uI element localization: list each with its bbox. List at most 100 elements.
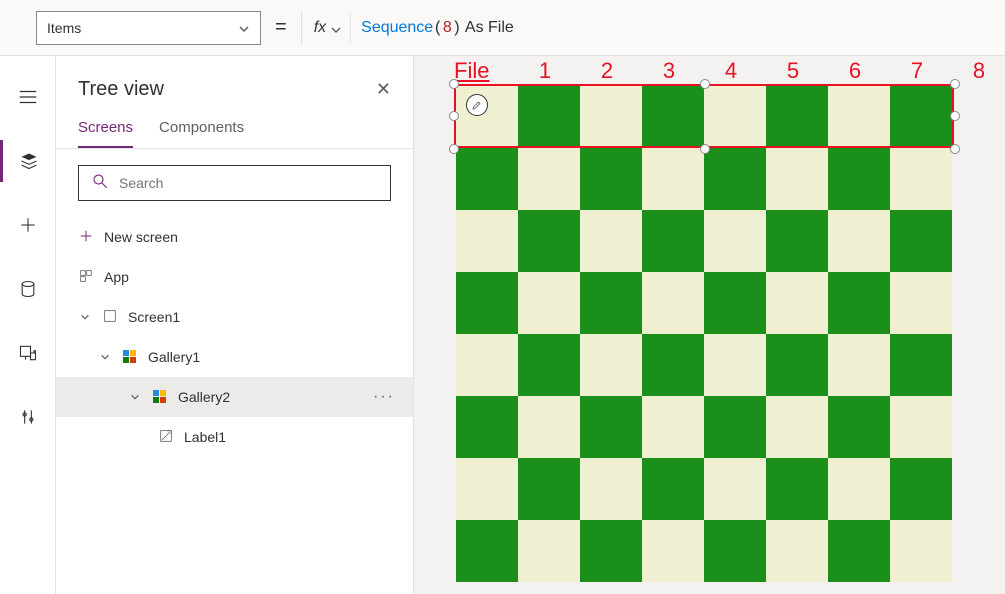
hamburger-icon[interactable] bbox=[0, 76, 56, 118]
tree-item-label: Screen1 bbox=[128, 309, 413, 325]
tree-view-icon[interactable] bbox=[0, 140, 56, 182]
board-square bbox=[518, 458, 580, 520]
chevron-down-icon[interactable] bbox=[128, 392, 142, 402]
selection-handle[interactable] bbox=[449, 111, 459, 121]
checkerboard[interactable] bbox=[456, 86, 952, 582]
board-square bbox=[642, 86, 704, 148]
close-icon[interactable]: ✕ bbox=[376, 79, 391, 100]
selection-handle[interactable] bbox=[950, 111, 960, 121]
panel-title: Tree view bbox=[78, 78, 164, 101]
selection-handle[interactable] bbox=[950, 79, 960, 89]
selection-handle[interactable] bbox=[449, 144, 459, 154]
insert-icon[interactable] bbox=[0, 204, 56, 246]
board-square bbox=[828, 458, 890, 520]
formula-input-wrap: fx Sequence(8) As File bbox=[301, 11, 993, 45]
tree-item-gallery2[interactable]: Gallery2 ··· bbox=[56, 377, 413, 417]
board-square bbox=[456, 520, 518, 582]
board-square bbox=[518, 520, 580, 582]
more-icon[interactable]: ··· bbox=[373, 388, 413, 406]
board-square bbox=[828, 334, 890, 396]
equals-label: = bbox=[271, 16, 291, 39]
selection-handle[interactable] bbox=[700, 144, 710, 154]
board-square bbox=[766, 148, 828, 210]
board-square bbox=[642, 334, 704, 396]
board-square bbox=[580, 458, 642, 520]
board-square bbox=[766, 210, 828, 272]
board-square bbox=[828, 272, 890, 334]
formula-input[interactable]: Sequence(8) As File bbox=[361, 19, 514, 37]
board-square bbox=[642, 148, 704, 210]
overlay-file-label: File bbox=[454, 58, 514, 84]
overlay-labels: File 1 2 3 4 5 6 7 8 bbox=[454, 58, 1005, 84]
board-square bbox=[890, 396, 952, 458]
fx-icon[interactable]: fx bbox=[314, 19, 340, 37]
tools-icon[interactable] bbox=[0, 396, 56, 438]
chevron-down-icon bbox=[238, 22, 250, 34]
board-square bbox=[890, 458, 952, 520]
board-square bbox=[766, 334, 828, 396]
tree-item-gallery1[interactable]: Gallery1 bbox=[56, 337, 413, 377]
board-square bbox=[890, 148, 952, 210]
chevron-down-icon[interactable] bbox=[98, 352, 112, 362]
board-square bbox=[828, 86, 890, 148]
edit-template-button[interactable] bbox=[466, 94, 488, 116]
chevron-down-icon[interactable] bbox=[78, 312, 92, 322]
board-square bbox=[704, 210, 766, 272]
tree-item-label: Gallery2 bbox=[178, 389, 363, 405]
property-dropdown[interactable]: Items bbox=[36, 11, 261, 45]
board-square bbox=[642, 272, 704, 334]
search-input[interactable] bbox=[119, 175, 378, 191]
gallery-icon bbox=[122, 349, 138, 365]
board-square bbox=[828, 210, 890, 272]
board-square bbox=[518, 148, 580, 210]
board-square bbox=[642, 520, 704, 582]
tree-item-label: App bbox=[104, 269, 413, 285]
board-square bbox=[580, 334, 642, 396]
selection-handle[interactable] bbox=[950, 144, 960, 154]
board-square bbox=[456, 272, 518, 334]
gallery-icon bbox=[152, 389, 168, 405]
search-icon bbox=[91, 172, 109, 195]
tree-item-screen1[interactable]: Screen1 bbox=[56, 297, 413, 337]
search-box[interactable] bbox=[78, 165, 391, 201]
board-square bbox=[890, 210, 952, 272]
board-square bbox=[518, 334, 580, 396]
board-square bbox=[890, 272, 952, 334]
board-square bbox=[580, 520, 642, 582]
board-square bbox=[766, 458, 828, 520]
tab-screens[interactable]: Screens bbox=[78, 111, 133, 148]
board-square bbox=[890, 334, 952, 396]
board-square bbox=[518, 210, 580, 272]
board-square bbox=[456, 210, 518, 272]
board-square bbox=[518, 272, 580, 334]
overlay-col-1: 1 bbox=[514, 58, 576, 84]
divider bbox=[350, 13, 351, 43]
tree-item-label: Gallery1 bbox=[148, 349, 413, 365]
board-square bbox=[642, 396, 704, 458]
left-rail bbox=[0, 56, 56, 594]
board-square bbox=[828, 396, 890, 458]
board-square bbox=[704, 86, 766, 148]
plus-icon bbox=[78, 228, 94, 247]
overlay-col-5: 5 bbox=[762, 58, 824, 84]
app-icon bbox=[78, 268, 94, 287]
label-icon bbox=[158, 428, 174, 447]
tab-components[interactable]: Components bbox=[159, 111, 244, 148]
board-square bbox=[766, 520, 828, 582]
media-icon[interactable] bbox=[0, 332, 56, 374]
board-square bbox=[890, 520, 952, 582]
screen-icon bbox=[102, 308, 118, 327]
chevron-down-icon bbox=[330, 23, 340, 33]
selection-handle[interactable] bbox=[449, 79, 459, 89]
selection-handle[interactable] bbox=[700, 79, 710, 89]
canvas[interactable]: File 1 2 3 4 5 6 7 8 bbox=[414, 56, 1005, 594]
overlay-col-2: 2 bbox=[576, 58, 638, 84]
board-square bbox=[580, 210, 642, 272]
new-screen-button[interactable]: New screen bbox=[56, 217, 413, 257]
board-square bbox=[704, 458, 766, 520]
board-square bbox=[642, 458, 704, 520]
tree-item-label1[interactable]: Label1 bbox=[56, 417, 413, 457]
board-square bbox=[456, 334, 518, 396]
data-icon[interactable] bbox=[0, 268, 56, 310]
tree-item-app[interactable]: App bbox=[56, 257, 413, 297]
